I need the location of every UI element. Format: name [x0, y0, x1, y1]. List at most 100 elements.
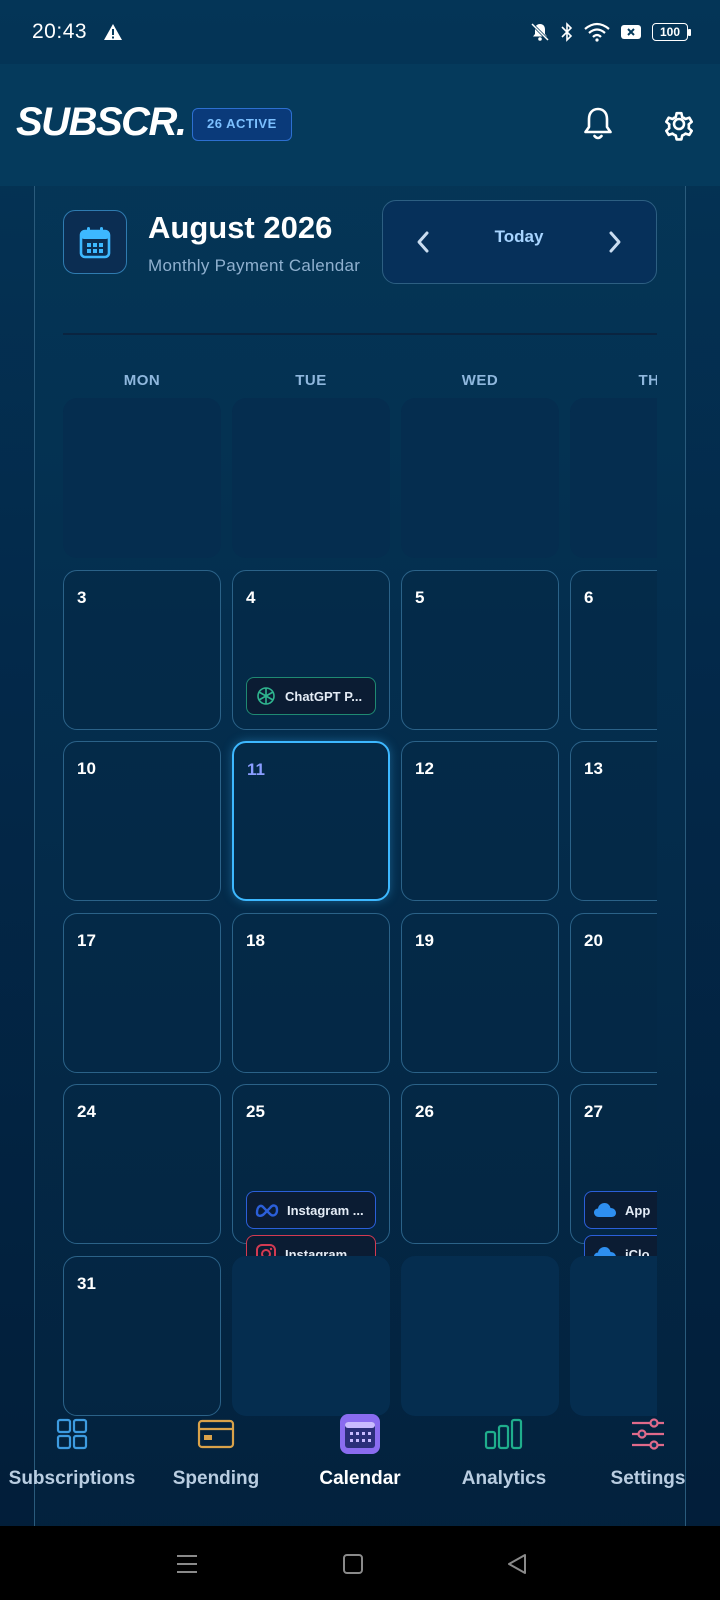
app-header: SUBSCR. 26 ACTIVE: [0, 64, 720, 186]
today-button[interactable]: Today: [463, 227, 575, 247]
day-number: 24: [77, 1102, 96, 1121]
day-number: 11: [247, 760, 265, 779]
day-cell[interactable]: 10: [63, 741, 221, 901]
weekday-header: TH: [638, 372, 658, 389]
previous-month-button[interactable]: [407, 225, 439, 259]
empty-day-cell: [232, 398, 390, 558]
nav-label: Analytics: [461, 1468, 547, 1489]
today-cell[interactable]: 11: [232, 741, 390, 901]
subscription-chip-label: App: [625, 1202, 651, 1218]
day-number: 5: [415, 588, 425, 607]
day-cell[interactable]: 5: [401, 570, 559, 730]
calendar-icon: [340, 1414, 380, 1454]
gear-icon: [665, 111, 693, 141]
wifi-icon: [584, 22, 610, 42]
sim-icon: [621, 25, 641, 39]
day-cell[interactable]: 3: [63, 570, 221, 730]
empty-day-cell: [232, 1256, 390, 1416]
subscription-chip[interactable]: App: [584, 1191, 657, 1229]
empty-day-cell: [401, 398, 559, 558]
active-count-badge: 26 ACTIVE: [192, 108, 292, 141]
day-cell[interactable]: 27 App iClo: [570, 1084, 657, 1273]
subscription-chip[interactable]: ChatGPT P...: [246, 677, 376, 715]
day-cell[interactable]: 20: [570, 913, 657, 1073]
status-icons: 100: [530, 22, 691, 42]
mute-bell-icon: [530, 22, 550, 42]
day-number: 6: [584, 588, 594, 607]
weekday-header: MON: [123, 372, 161, 389]
day-cell[interactable]: 25 Instagram ... Instagram: [232, 1084, 390, 1273]
home-button[interactable]: [333, 1546, 373, 1582]
weekday-header: WED: [461, 372, 499, 389]
back-triangle-icon: [508, 1554, 526, 1574]
day-cell[interactable]: 13: [570, 741, 657, 901]
day-number: 10: [77, 759, 96, 778]
grid-icon: [56, 1418, 88, 1450]
day-number: 18: [246, 931, 265, 950]
header-divider: [63, 333, 657, 335]
calendar-badge: [63, 210, 127, 274]
subscription-chip[interactable]: Instagram ...: [246, 1191, 376, 1229]
nav-calendar[interactable]: Calendar: [288, 1410, 432, 1490]
calendar-icon: [79, 227, 111, 259]
nav-analytics[interactable]: Analytics: [432, 1410, 576, 1490]
bell-icon: [584, 107, 612, 140]
empty-day-cell: [570, 1256, 657, 1416]
warning-icon: [104, 24, 123, 40]
day-number: 3: [77, 588, 87, 607]
nav-label: Settings: [610, 1468, 686, 1489]
chevron-left-icon: [417, 231, 429, 253]
subscription-chip-label: Instagram ...: [287, 1202, 364, 1218]
day-number: 4: [246, 588, 256, 607]
nav-settings[interactable]: Settings: [576, 1410, 720, 1490]
day-number: 26: [415, 1102, 434, 1121]
bluetooth-icon: [561, 22, 573, 42]
app-logo: SUBSCR.: [16, 100, 187, 144]
month-navigator: Today: [382, 200, 657, 284]
battery-indicator: 100: [652, 23, 691, 41]
nav-label: Spending: [172, 1468, 260, 1489]
day-cell[interactable]: 4 ChatGPT P...: [232, 570, 390, 730]
day-number: 13: [584, 759, 603, 778]
empty-day-cell: [401, 1256, 559, 1416]
day-number: 20: [584, 931, 603, 950]
notifications-button[interactable]: [578, 104, 618, 144]
settings-button[interactable]: [659, 104, 699, 144]
status-bar: 20:43 100: [0, 0, 720, 64]
day-number: 12: [415, 759, 434, 778]
day-cell[interactable]: 6: [570, 570, 657, 730]
day-cell[interactable]: 19: [401, 913, 559, 1073]
bar-chart-icon: [484, 1418, 523, 1450]
day-cell[interactable]: 18: [232, 913, 390, 1073]
status-time: 20:43: [32, 20, 88, 43]
chevron-right-icon: [609, 231, 621, 253]
subscription-chip-label: ChatGPT P...: [285, 688, 363, 704]
nav-label: Subscriptions: [8, 1468, 136, 1489]
card-icon: [197, 1419, 235, 1449]
weekday-header: TUE: [295, 372, 327, 389]
bottom-navigation: Subscriptions Spending Calendar Analytic…: [0, 1410, 720, 1526]
day-cell[interactable]: 26: [401, 1084, 559, 1244]
cloud-icon: [594, 1203, 616, 1217]
system-navigation-bar: [0, 1526, 720, 1600]
nav-spending[interactable]: Spending: [144, 1410, 288, 1490]
back-button[interactable]: [497, 1546, 537, 1582]
next-month-button[interactable]: [599, 225, 631, 259]
calendar-grid[interactable]: MON TUE WED TH 3 4 ChatGPT P... 5 6 10 11 12 13 17 18 1…: [63, 360, 657, 1420]
openai-icon: [257, 687, 275, 705]
day-cell[interactable]: 17: [63, 913, 221, 1073]
month-subtitle: Monthly Payment Calendar: [148, 256, 361, 275]
square-icon: [343, 1554, 363, 1574]
day-number: 25: [246, 1102, 265, 1121]
sliders-icon: [632, 1418, 664, 1450]
day-cell[interactable]: 24: [63, 1084, 221, 1244]
empty-day-cell: [570, 398, 657, 558]
day-number: 19: [415, 931, 434, 950]
day-cell[interactable]: 12: [401, 741, 559, 901]
month-title: August 2026: [148, 210, 333, 245]
battery-level: 100: [659, 25, 681, 39]
recents-button[interactable]: [167, 1546, 207, 1582]
day-cell[interactable]: 31: [63, 1256, 221, 1416]
nav-subscriptions[interactable]: Subscriptions: [0, 1410, 144, 1490]
menu-icon: [177, 1555, 197, 1573]
